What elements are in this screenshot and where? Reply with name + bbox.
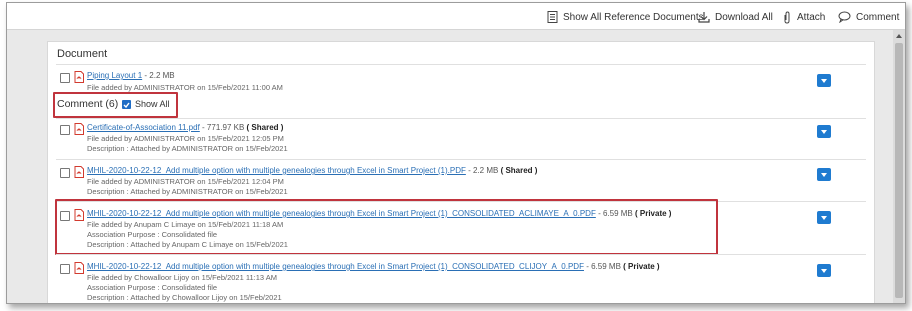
file-size: - 2.2 MB xyxy=(468,166,499,175)
visibility-badge: ( Shared ) xyxy=(500,166,538,175)
file-size: - 771.97 KB xyxy=(202,123,245,132)
comment-button[interactable]: Comment xyxy=(838,9,899,25)
show-all-reference-documents-label: Show All Reference Documents xyxy=(563,11,704,23)
checkmark-icon xyxy=(123,102,130,108)
file-description: Description : Attached by ADMINISTRATOR … xyxy=(87,187,288,196)
pdf-file-icon xyxy=(74,71,84,83)
pdf-file-icon xyxy=(74,166,84,178)
file-description: Description : Attached by Chowalloor Lij… xyxy=(87,293,282,302)
show-all-label: Show All xyxy=(135,99,170,109)
toolbar: Show All Reference Documents Download Al… xyxy=(7,3,905,30)
chevron-down-icon xyxy=(821,129,827,134)
file-link[interactable]: Certificate-of-Association 11.pdf xyxy=(87,123,200,132)
row-checkbox[interactable] xyxy=(60,211,70,221)
row-checkbox[interactable] xyxy=(60,73,70,83)
show-all-reference-documents-button[interactable]: Show All Reference Documents xyxy=(547,9,704,25)
file-size: - 6.59 MB xyxy=(586,262,621,271)
paperclip-icon xyxy=(784,10,790,24)
speech-bubble-icon xyxy=(838,11,851,23)
visibility-badge: ( Private ) xyxy=(623,262,660,271)
file-added-info: File added by ADMINISTRATOR on 15/Feb/20… xyxy=(87,134,284,143)
file-link[interactable]: MHIL-2020-10-22-12_Add multiple option w… xyxy=(87,166,466,175)
association-purpose: Association Purpose : Consolidated file xyxy=(87,230,218,239)
file-description: Description : Attached by Anupam C Limay… xyxy=(87,240,288,249)
file-size: - 6.59 MB xyxy=(598,209,633,218)
row-divider xyxy=(56,159,866,160)
pdf-file-icon xyxy=(74,262,84,274)
visibility-badge: ( Shared ) xyxy=(246,123,284,132)
download-icon xyxy=(698,12,710,23)
file-size: - 2.2 MB xyxy=(144,71,175,80)
chevron-down-icon xyxy=(821,172,827,177)
file-added-info: File added by ADMINISTRATOR on 15/Feb/20… xyxy=(87,177,284,186)
file-added-info: File added by Chowalloor Lijoy on 15/Feb… xyxy=(87,273,277,282)
file-description: Description : Attached by ADMINISTRATOR … xyxy=(87,144,288,153)
row-options-dropdown-button[interactable] xyxy=(817,168,831,181)
row-options-dropdown-button[interactable] xyxy=(817,211,831,224)
chevron-down-icon xyxy=(821,268,827,273)
row-options-dropdown-button[interactable] xyxy=(817,264,831,277)
row-checkbox[interactable] xyxy=(60,264,70,274)
association-purpose: Association Purpose : Consolidated file xyxy=(87,283,218,292)
triangle-up-icon xyxy=(896,34,902,38)
pdf-file-icon xyxy=(74,123,84,135)
row-options-dropdown-button[interactable] xyxy=(817,125,831,138)
comment-section-title: Comment (6) xyxy=(57,98,119,110)
file-added-info: File added by Anupam C Limaye on 15/Feb/… xyxy=(87,220,284,229)
download-all-button[interactable]: Download All xyxy=(698,9,773,25)
pdf-file-icon xyxy=(74,209,84,221)
visibility-badge: ( Private ) xyxy=(634,209,672,218)
comment-label: Comment xyxy=(856,11,900,23)
section-divider xyxy=(56,64,866,65)
document-panel-window: Show All Reference Documents Download Al… xyxy=(6,2,906,304)
scroll-up-button[interactable] xyxy=(893,30,905,42)
download-all-label: Download All xyxy=(715,11,773,23)
document-list-icon xyxy=(547,11,558,23)
file-link[interactable]: Piping Layout 1 xyxy=(87,71,142,80)
attach-button[interactable]: Attach xyxy=(782,9,825,25)
show-all-checkbox[interactable] xyxy=(122,100,131,109)
attach-label: Attach xyxy=(797,11,826,23)
scrollbar-thumb[interactable] xyxy=(895,43,903,298)
file-link[interactable]: MHIL-2020-10-22-12_Add multiple option w… xyxy=(87,209,596,218)
row-checkbox[interactable] xyxy=(60,125,70,135)
chevron-down-icon xyxy=(821,215,827,220)
file-link[interactable]: MHIL-2020-10-22-12_Add multiple option w… xyxy=(87,262,584,271)
chevron-down-icon xyxy=(821,78,827,83)
row-options-dropdown-button[interactable] xyxy=(817,74,831,87)
row-divider xyxy=(56,254,866,255)
section-divider xyxy=(56,118,866,119)
attachments-card: Document Piping Layout 1 - 2.2 MB File a… xyxy=(47,41,875,303)
file-added-info: File added by ADMINISTRATOR on 15/Feb/20… xyxy=(87,83,283,92)
row-checkbox[interactable] xyxy=(60,168,70,178)
document-section-title: Document xyxy=(57,48,108,60)
